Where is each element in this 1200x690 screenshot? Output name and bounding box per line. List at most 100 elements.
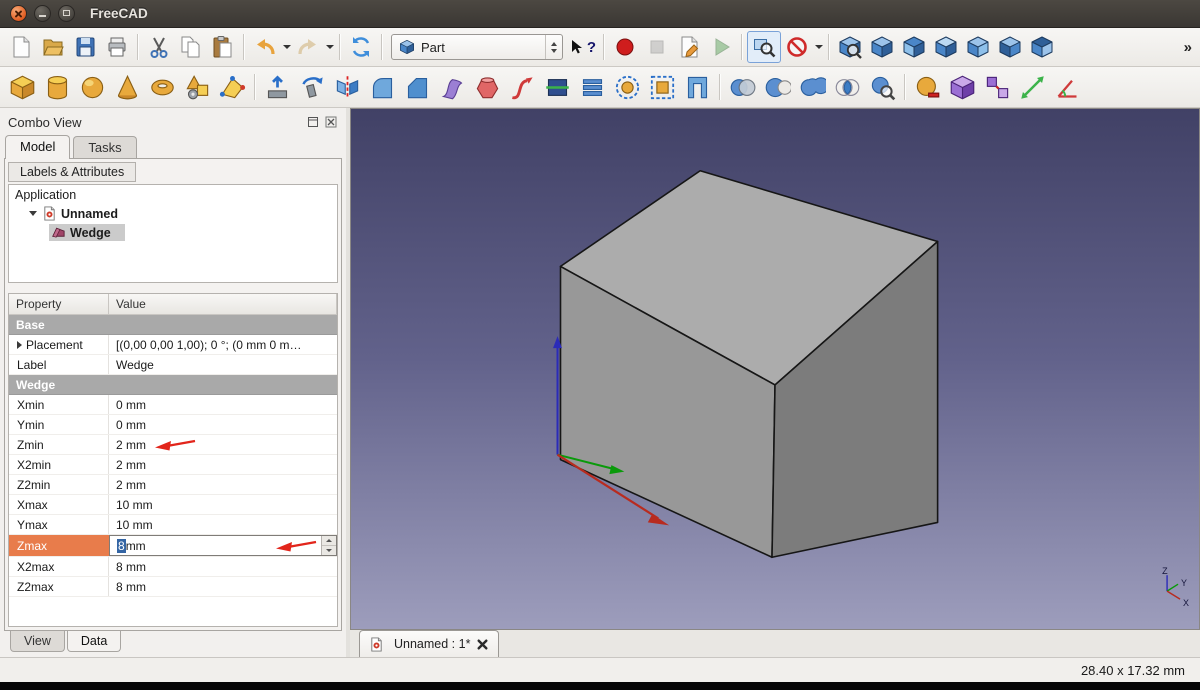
toolbar-standard: Part ? »	[0, 28, 1200, 67]
macro-edit-icon[interactable]	[673, 32, 705, 62]
part-compound-icon[interactable]	[945, 70, 980, 104]
property-row-x2max[interactable]: X2max 8 mm	[9, 557, 337, 577]
undo-icon[interactable]	[249, 32, 281, 62]
refresh-icon[interactable]	[345, 32, 377, 62]
whats-this-icon[interactable]: ?	[567, 32, 599, 62]
part-intersection-icon[interactable]	[830, 70, 865, 104]
combo-arrows-icon[interactable]	[545, 35, 562, 59]
property-table-filler	[9, 597, 337, 626]
cut-icon[interactable]	[143, 32, 175, 62]
part-revolve-icon[interactable]	[295, 70, 330, 104]
macro-record-icon[interactable]	[609, 32, 641, 62]
toolbar-overflow-icon[interactable]: »	[1184, 39, 1192, 56]
part-fillet-icon[interactable]	[365, 70, 400, 104]
workbench-selector[interactable]: Part	[391, 34, 563, 60]
part-boolean-icon[interactable]	[725, 70, 760, 104]
part-measure-angular-icon[interactable]	[1050, 70, 1085, 104]
part-sphere-icon[interactable]	[75, 70, 110, 104]
maximize-window-button[interactable]	[58, 5, 75, 22]
redo-icon[interactable]	[292, 32, 324, 62]
draw-style-dropdown-icon[interactable]	[813, 32, 824, 62]
part-mirror-icon[interactable]	[330, 70, 365, 104]
part-section-icon[interactable]	[540, 70, 575, 104]
part-defeaturing-icon[interactable]	[910, 70, 945, 104]
redo-dropdown-icon[interactable]	[324, 32, 335, 62]
part-cross-sections-icon[interactable]	[575, 70, 610, 104]
view-right-icon[interactable]	[962, 32, 994, 62]
property-row-label[interactable]: Label Wedge	[9, 355, 337, 375]
part-chamfer-icon[interactable]	[400, 70, 435, 104]
3d-viewport[interactable]: Z Y X	[350, 108, 1200, 630]
property-row-z2min[interactable]: Z2min 2 mm	[9, 475, 337, 495]
tab-view[interactable]: View	[10, 631, 65, 652]
property-row-xmax[interactable]: Xmax 10 mm	[9, 495, 337, 515]
part-ruled-surface-icon[interactable]	[435, 70, 470, 104]
close-panel-icon[interactable]	[324, 115, 338, 129]
mdi-tab-document[interactable]: Unnamed : 1*	[359, 630, 499, 657]
new-document-icon[interactable]	[5, 32, 37, 62]
part-offset-2d-icon[interactable]	[645, 70, 680, 104]
undo-dropdown-icon[interactable]	[281, 32, 292, 62]
part-torus-icon[interactable]	[145, 70, 180, 104]
part-cone-icon[interactable]	[110, 70, 145, 104]
save-icon[interactable]	[69, 32, 101, 62]
minimize-window-button[interactable]	[34, 5, 51, 22]
expander-icon[interactable]	[17, 341, 22, 349]
draw-style-icon[interactable]	[781, 32, 813, 62]
view-bottom-icon[interactable]	[1026, 32, 1058, 62]
property-row-x2min[interactable]: X2min 2 mm	[9, 455, 337, 475]
print-icon[interactable]	[101, 32, 133, 62]
expander-icon[interactable]	[29, 211, 37, 216]
tab-tasks[interactable]: Tasks	[73, 136, 136, 158]
view-axonometric-icon[interactable]	[866, 32, 898, 62]
tab-data[interactable]: Data	[67, 630, 121, 652]
part-union-icon[interactable]	[795, 70, 830, 104]
workbench-selected-label: Part	[421, 40, 539, 55]
macro-stop-icon[interactable]	[641, 32, 673, 62]
part-explode-compound-icon[interactable]	[980, 70, 1015, 104]
property-row-xmin[interactable]: Xmin 0 mm	[9, 395, 337, 415]
part-thickness-icon[interactable]	[680, 70, 715, 104]
part-box-icon[interactable]	[5, 70, 40, 104]
property-row-zmax[interactable]: Zmax 8 mm	[9, 535, 337, 557]
part-check-geometry-icon[interactable]	[865, 70, 900, 104]
part-offset-3d-icon[interactable]	[610, 70, 645, 104]
property-row-ymax[interactable]: Ymax 10 mm	[9, 515, 337, 535]
part-extrude-icon[interactable]	[260, 70, 295, 104]
part-loft-icon[interactable]	[470, 70, 505, 104]
view-front-icon[interactable]	[898, 32, 930, 62]
part-shape-builder-icon[interactable]	[215, 70, 250, 104]
view-rear-icon[interactable]	[994, 32, 1026, 62]
value-editor[interactable]: 8 mm	[109, 535, 337, 556]
column-header-value[interactable]: Value	[109, 294, 337, 315]
property-row-zmin[interactable]: Zmin 2 mm	[9, 435, 337, 455]
titlebar[interactable]: FreeCAD	[0, 0, 1200, 28]
tree-item-wedge[interactable]: Wedge	[9, 223, 337, 242]
property-row-placement[interactable]: Placement [(0,00 0,00 1,00); 0 °; (0 mm …	[9, 335, 337, 355]
tree-item-document[interactable]: Unnamed	[9, 204, 337, 223]
labels-attributes-header[interactable]: Labels & Attributes	[8, 162, 136, 182]
macro-play-icon[interactable]	[705, 32, 737, 62]
part-cylinder-icon[interactable]	[40, 70, 75, 104]
part-primitives-icon[interactable]	[180, 70, 215, 104]
view-fit-icon[interactable]	[834, 32, 866, 62]
close-tab-icon[interactable]	[476, 638, 489, 651]
zoom-box-icon[interactable]	[747, 31, 781, 63]
property-row-z2max[interactable]: Z2max 8 mm	[9, 577, 337, 597]
open-document-icon[interactable]	[37, 32, 69, 62]
close-window-button[interactable]	[10, 5, 27, 22]
view-top-icon[interactable]	[930, 32, 962, 62]
property-group-base[interactable]: Base	[9, 315, 337, 335]
spinbox-arrows-icon[interactable]	[321, 536, 336, 555]
property-row-ymin[interactable]: Ymin 0 mm	[9, 415, 337, 435]
part-measure-linear-icon[interactable]	[1015, 70, 1050, 104]
float-panel-icon[interactable]	[306, 115, 320, 129]
tree-root-application[interactable]: Application	[9, 185, 337, 204]
part-sweep-icon[interactable]	[505, 70, 540, 104]
tab-model[interactable]: Model	[5, 135, 70, 159]
paste-icon[interactable]	[207, 32, 239, 62]
column-header-property[interactable]: Property	[9, 294, 109, 315]
property-group-wedge[interactable]: Wedge	[9, 375, 337, 395]
part-cut-icon[interactable]	[760, 70, 795, 104]
copy-icon[interactable]	[175, 32, 207, 62]
